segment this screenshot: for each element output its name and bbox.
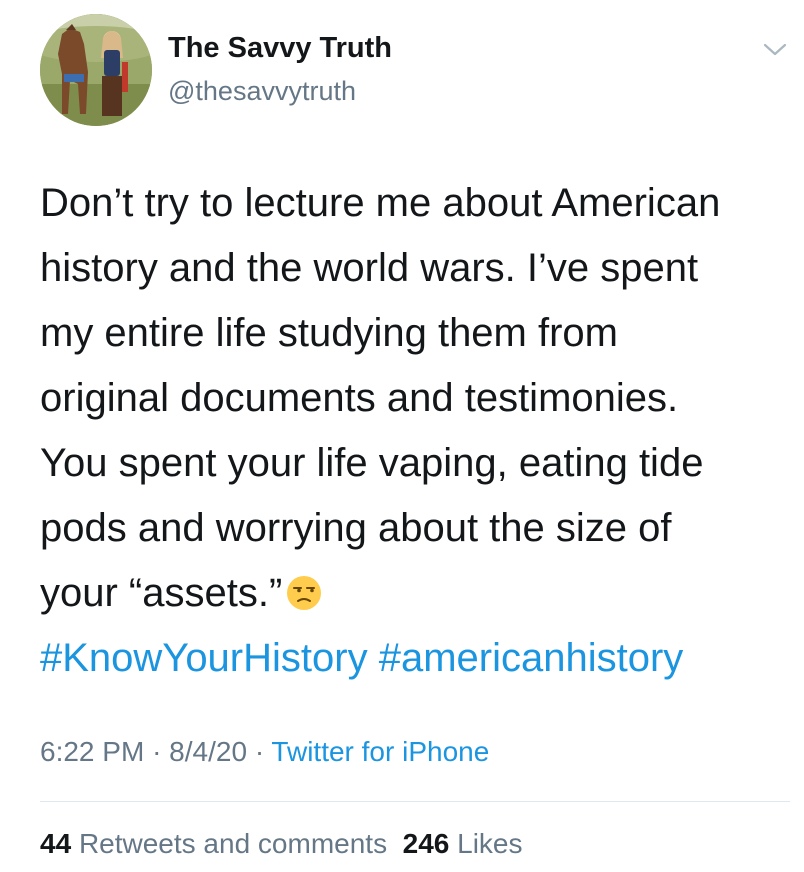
divider — [40, 801, 790, 802]
likes-label: Likes — [457, 828, 523, 859]
tweet-line: history and the world wars. I’ve spent — [40, 246, 699, 290]
likes-stat[interactable]: 246 Likes — [403, 828, 523, 859]
tweet-line: Don’t try to lecture me about American — [40, 181, 721, 225]
tweet-text: Don’t try to lecture me about American h… — [40, 171, 790, 691]
tweet-line: my entire life studying them from — [40, 311, 618, 355]
author-handle[interactable]: @thesavvytruth — [168, 76, 356, 107]
avatar-photo — [40, 14, 152, 126]
meta-separator: · — [254, 736, 265, 767]
retweets-label: Retweets and comments — [78, 828, 388, 859]
hashtag-link[interactable]: #americanhistory — [379, 636, 684, 680]
meta-separator: · — [152, 736, 162, 767]
tweet-line: pods and worrying about the size of — [40, 506, 672, 550]
chevron-down-icon[interactable] — [760, 40, 790, 60]
retweets-stat[interactable]: 44 Retweets and comments — [40, 828, 387, 859]
author-display-name[interactable]: The Savvy Truth — [168, 32, 392, 65]
tweet-line: your “assets.” — [40, 571, 283, 615]
tweet-time[interactable]: 6:22 PM — [40, 736, 144, 767]
tweet-date[interactable]: 8/4/20 — [169, 736, 247, 767]
retweets-count: 44 — [40, 828, 72, 859]
tweet-meta: 6:22 PM · 8/4/20 · Twitter for iPhone — [40, 736, 489, 768]
tweet-line: original documents and testimonies. — [40, 376, 679, 420]
tweet-last-line: your “assets.” — [40, 561, 790, 626]
hashtag-line: #KnowYourHistory #americanhistory — [40, 626, 790, 691]
tweet-source-link[interactable]: Twitter for iPhone — [271, 736, 489, 767]
avatar[interactable] — [40, 14, 152, 126]
unamused-face-emoji-icon — [286, 566, 322, 610]
tweet-line: You spent your life vaping, eating tide — [40, 441, 704, 485]
hashtag-link[interactable]: #KnowYourHistory — [40, 636, 368, 680]
tweet-stats: 44 Retweets and comments 246 Likes — [40, 828, 523, 860]
likes-count: 246 — [402, 828, 450, 859]
